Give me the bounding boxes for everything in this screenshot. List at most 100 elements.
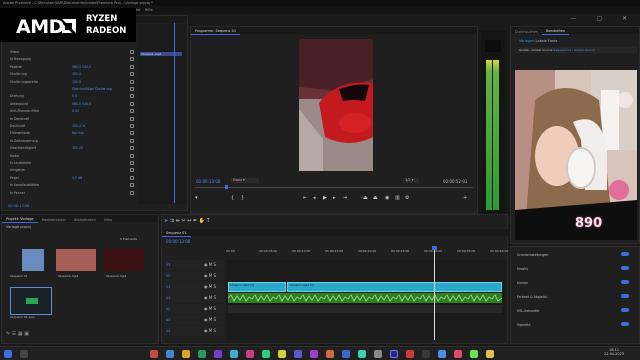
track-toggle-icons[interactable]: ◉ M S xyxy=(204,295,216,300)
keyframe-toggle-icon[interactable] xyxy=(130,72,134,77)
app-icon-6[interactable] xyxy=(230,350,238,358)
section-toggle[interactable] xyxy=(621,280,629,284)
keyframe-toggle-icon[interactable] xyxy=(130,79,134,84)
comparison-view-icon[interactable]: ▥ xyxy=(395,195,400,201)
lumetri-section[interactable]: Vignette xyxy=(517,322,633,333)
video-clip-1[interactable]: Stream1.mp4 [V] xyxy=(228,282,286,292)
app-icon-13[interactable] xyxy=(342,350,350,358)
go-to-out-icon[interactable]: ⇥ xyxy=(343,195,347,201)
selection-tool-icon[interactable]: ➤ xyxy=(164,218,168,224)
effect-row-value[interactable]: 100,0 xyxy=(72,80,81,84)
effect-row-value[interactable]: 960,0 540,0 xyxy=(72,65,91,69)
track-toggle-icons[interactable]: ◉ M S xyxy=(204,306,216,311)
section-toggle[interactable] xyxy=(621,322,629,326)
effect-row[interactable]: fx Zeitverzerrung xyxy=(2,138,138,145)
app-icon-5[interactable] xyxy=(214,350,222,358)
keyframe-toggle-icon[interactable] xyxy=(130,190,134,195)
mini-clip[interactable]: Stream1.mp4 xyxy=(140,52,182,56)
tab-media-browser[interactable]: Mediabrowser xyxy=(38,216,71,223)
eg-subtab-templates[interactable]: Vorlagen xyxy=(519,39,534,43)
ripple-edit-icon[interactable]: ⇹ xyxy=(176,218,180,224)
app-icon-2[interactable] xyxy=(166,350,174,358)
effect-row[interactable]: Geschwindigkeit 100,00 xyxy=(2,145,138,152)
app-icon-8[interactable] xyxy=(262,350,270,358)
eg-item-row[interactable]: Quelle - Global Source Sequenz 01 - Glob… xyxy=(517,47,637,53)
timeline-ruler[interactable]: 00:00 00:00:05:00 00:00:10:00 00:00:15:00 00… xyxy=(226,248,508,258)
effect-row-value[interactable]: 0,00 xyxy=(72,109,79,113)
keyframe-toggle-icon[interactable] xyxy=(130,146,134,151)
app-icon-20[interactable] xyxy=(454,350,462,358)
freeform-view-icon[interactable]: ▣ xyxy=(24,331,29,337)
app-icon-19[interactable] xyxy=(438,350,446,358)
bin-thumb-audio[interactable] xyxy=(10,287,52,315)
keyframe-toggle-icon[interactable] xyxy=(130,153,134,158)
effect-row[interactable]: Ankerpunkt 960,0 540,0 xyxy=(2,101,138,108)
eg-item-1[interactable]: Quelle - Global Source xyxy=(519,48,552,52)
app-icon-17[interactable] xyxy=(406,350,414,358)
keyframe-playhead[interactable] xyxy=(174,23,175,203)
app-icon-9[interactable] xyxy=(278,350,286,358)
eg-item-2[interactable]: Sequenz 01 - Global Source xyxy=(553,48,594,52)
app-icon-14[interactable] xyxy=(358,350,366,358)
effect-row-value[interactable]: 960,0 540,0 xyxy=(72,102,91,106)
bin-thumb-3[interactable] xyxy=(104,249,144,271)
track-toggle-icons[interactable]: ◉ M S xyxy=(204,317,216,322)
section-toggle[interactable] xyxy=(621,294,629,298)
go-to-in-icon[interactable]: ⇤ xyxy=(303,195,307,201)
effect-row[interactable]: Gleichmäßige Skalierung xyxy=(2,86,138,93)
list-view-icon[interactable]: ☰ xyxy=(12,331,16,337)
keyframe-toggle-icon[interactable] xyxy=(130,94,134,99)
effect-row-value[interactable]: Normal xyxy=(72,131,84,135)
app-icon-18[interactable] xyxy=(422,350,430,358)
keyframe-toggle-icon[interactable] xyxy=(130,175,134,180)
program-timecode-current[interactable]: 00:00:13:08 xyxy=(196,179,220,184)
effect-row[interactable]: Anti-Flimmer-Filter 0,00 xyxy=(2,108,138,115)
keyframe-toggle-icon[interactable] xyxy=(130,64,134,69)
start-icon[interactable] xyxy=(4,350,12,358)
clock[interactable]: 18:11 22.04.2023 xyxy=(604,348,624,356)
effect-row[interactable]: Skalierung 100,0 xyxy=(2,71,138,78)
hand-tool-icon[interactable]: ✋ xyxy=(199,218,205,224)
keyframe-toggle-icon[interactable] xyxy=(130,138,134,143)
tab-libraries[interactable]: Bibliotheken xyxy=(70,216,100,223)
tab-browse[interactable]: Durchsuchen xyxy=(511,28,542,35)
effect-row[interactable]: Umgehen xyxy=(2,167,138,174)
effect-controls-timecode[interactable]: 00:00:13:08 xyxy=(8,204,29,208)
add-button-icon[interactable]: + xyxy=(463,195,467,201)
program-scrubber[interactable] xyxy=(195,187,473,188)
keyframe-toggle-icon[interactable] xyxy=(130,168,134,173)
icon-view-icon[interactable]: ▦ xyxy=(18,331,23,337)
program-playhead[interactable] xyxy=(225,185,228,189)
track-toggle-icons[interactable]: ◉ M S xyxy=(204,262,216,267)
extract-icon[interactable]: ⏏ xyxy=(373,195,378,201)
keyframe-toggle-icon[interactable] xyxy=(130,116,134,121)
lock-icon[interactable]: ✎ xyxy=(6,331,10,337)
keyframe-toggle-icon[interactable] xyxy=(130,183,134,188)
tab-project[interactable]: Projekt: Vorlage xyxy=(2,215,38,223)
timeline-playhead[interactable] xyxy=(434,248,435,340)
track-header[interactable]: V3 ◉ M S xyxy=(164,260,224,270)
window-controls[interactable]: — ▢ ✕ xyxy=(570,15,636,22)
bin-thumb-1[interactable] xyxy=(22,249,44,271)
lumetri-section[interactable]: Kurven xyxy=(517,280,633,291)
track-toggle-icons[interactable]: ◉ M S xyxy=(204,273,216,278)
app-icon-22[interactable] xyxy=(486,350,494,358)
eg-subtab-local[interactable]: Lokale Fonts xyxy=(536,39,558,43)
effect-row-value[interactable]: 0,0 dB xyxy=(72,176,82,180)
lumetri-section[interactable]: Kreativ xyxy=(517,266,633,277)
effect-row[interactable]: fx Deckkraft xyxy=(2,116,138,123)
app-icon-11[interactable] xyxy=(310,350,318,358)
effect-row[interactable]: fx Panner xyxy=(2,190,138,197)
effect-row-value[interactable]: 100,00 xyxy=(72,146,83,150)
effect-row[interactable]: fx Kanallautstärke xyxy=(2,182,138,189)
app-icon-10[interactable] xyxy=(294,350,302,358)
timeline-timecode[interactable]: 00:00:13:08 xyxy=(166,239,190,244)
track-select-icon[interactable]: ⇉ xyxy=(170,218,174,224)
menu-help[interactable]: Hilfe xyxy=(143,6,155,14)
keyframe-toggle-icon[interactable] xyxy=(130,161,134,165)
track-area[interactable]: Stream1.mp4 [V] Stream1.mp4 [V] xyxy=(226,246,506,340)
section-toggle[interactable] xyxy=(621,252,629,256)
settings-icon[interactable]: ⚙ xyxy=(405,195,409,201)
razor-tool-icon[interactable]: ✂ xyxy=(181,218,185,224)
keyframe-area[interactable]: Stream1.mp4 xyxy=(138,23,186,204)
